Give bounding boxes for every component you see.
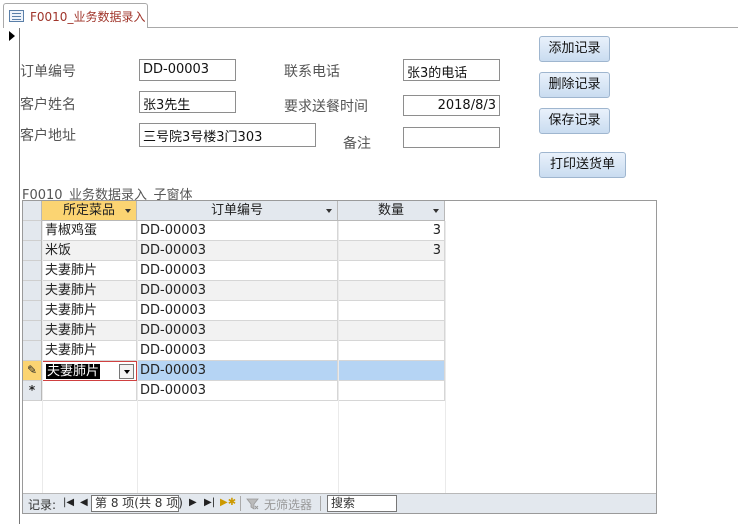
column-header-dish[interactable]: 所定菜品	[42, 201, 137, 221]
order-no-cell[interactable]: DD-00003	[137, 301, 338, 321]
form-icon	[9, 10, 24, 22]
order-no-field[interactable]: DD-00003	[139, 59, 236, 81]
dish-cell[interactable]: 夫妻肺片	[42, 281, 137, 301]
grid-line	[137, 221, 138, 495]
grid-line	[338, 221, 339, 495]
dish-cell[interactable]: 夫妻肺片	[42, 261, 137, 281]
filter-icon[interactable]	[246, 497, 259, 510]
record-selector[interactable]	[23, 241, 42, 261]
customer-address-field[interactable]: 三号院3号楼3门303	[139, 123, 316, 147]
next-record-icon[interactable]: ▶	[189, 497, 197, 508]
column-header-label: 数量	[377, 203, 404, 218]
last-record-icon[interactable]: ▶|	[204, 497, 215, 508]
nav-separator	[320, 496, 321, 511]
record-position-box[interactable]: 第 8 项(共 8 项)	[91, 495, 183, 512]
notes-label: 备注	[343, 136, 371, 152]
new-record-icon[interactable]: ▶✱	[220, 497, 236, 508]
dish-edit-text[interactable]: 夫妻肺片	[46, 364, 101, 379]
delivery-time-field[interactable]: 2018/8/3	[403, 95, 500, 116]
order-no-cell[interactable]: DD-00003	[137, 321, 338, 341]
order-no-cell[interactable]: DD-00003	[137, 381, 338, 401]
order-no-cell[interactable]: DD-00003	[137, 341, 338, 361]
quantity-cell[interactable]	[338, 341, 445, 361]
order-no-cell[interactable]: DD-00003	[137, 261, 338, 281]
tab-label: F0010_业务数据录入	[30, 10, 146, 24]
order-no-cell[interactable]: DD-00003	[137, 221, 338, 241]
nav-separator	[240, 496, 241, 511]
grid-line	[42, 221, 43, 495]
delete-record-button[interactable]: 删除记录	[539, 72, 610, 98]
column-header-label: 订单编号	[210, 203, 263, 218]
record-navigation-bar: 记录: |◀ ◀ 第 8 项(共 8 项) ▶ ▶| ▶✱ 无筛选器 搜索	[23, 493, 656, 513]
dish-cell[interactable]: 青椒鸡蛋	[42, 221, 137, 241]
customer-name-field[interactable]: 张3先生	[139, 91, 236, 113]
select-all-corner[interactable]	[23, 201, 42, 221]
dish-cell[interactable]	[42, 381, 137, 401]
order-no-cell[interactable]: DD-00003	[137, 361, 338, 381]
quantity-cell[interactable]	[338, 281, 445, 301]
record-selector[interactable]	[23, 281, 42, 301]
quantity-cell[interactable]	[338, 361, 445, 381]
column-header-order-no[interactable]: 订单编号	[137, 201, 338, 221]
dish-cell[interactable]: 夫妻肺片	[42, 321, 137, 341]
tab-form-f0010[interactable]: F0010_业务数据录入	[3, 3, 148, 28]
sort-arrow-icon[interactable]	[433, 209, 439, 213]
order-no-cell[interactable]: DD-00003	[137, 281, 338, 301]
sort-arrow-icon[interactable]	[125, 209, 131, 213]
record-selector[interactable]: ✎	[23, 361, 42, 381]
record-selector-bar[interactable]	[7, 28, 20, 524]
quantity-cell[interactable]	[338, 301, 445, 321]
add-record-button[interactable]: 添加记录	[539, 36, 610, 62]
quantity-cell[interactable]	[338, 261, 445, 281]
delivery-time-label: 要求送餐时间	[284, 99, 368, 115]
order-no-label: 订单编号	[20, 64, 76, 80]
no-filter-label[interactable]: 无筛选器	[264, 496, 312, 513]
current-record-arrow-icon	[9, 31, 15, 41]
quantity-cell[interactable]	[338, 321, 445, 341]
column-header-label: 所定菜品	[62, 203, 115, 218]
dropdown-arrow-icon[interactable]	[119, 364, 134, 379]
record-selector[interactable]	[23, 321, 42, 341]
dish-cell[interactable]: 夫妻肺片	[42, 361, 137, 381]
column-header-quantity[interactable]: 数量	[338, 201, 445, 221]
record-selector[interactable]	[23, 221, 42, 241]
record-selector[interactable]	[23, 341, 42, 361]
sort-arrow-icon[interactable]	[326, 209, 332, 213]
quantity-cell[interactable]: 3	[338, 221, 445, 241]
customer-address-label: 客户地址	[20, 128, 76, 144]
dish-cell[interactable]: 米饭	[42, 241, 137, 261]
new-record-selector[interactable]: *	[23, 381, 42, 401]
phone-field[interactable]: 张3的电话	[403, 59, 500, 81]
customer-name-label: 客户姓名	[20, 97, 76, 113]
main-form: 订单编号 DD-00003 客户姓名 张3先生 客户地址 三号院3号楼3门303…	[0, 28, 738, 524]
dish-cell[interactable]: 夫妻肺片	[42, 301, 137, 321]
search-input[interactable]: 搜索	[327, 495, 397, 512]
phone-label: 联系电话	[284, 64, 340, 80]
grid-line	[445, 221, 446, 495]
record-selector[interactable]	[23, 261, 42, 281]
previous-record-icon[interactable]: ◀	[80, 497, 88, 508]
quantity-cell[interactable]: 3	[338, 241, 445, 261]
notes-field[interactable]	[403, 127, 500, 148]
order-no-cell[interactable]: DD-00003	[137, 241, 338, 261]
subform-datasheet: 所定菜品 订单编号 数量 青椒鸡蛋 DD-00003 3 米饭 DD-00003 3 夫妻肺…	[22, 200, 657, 514]
save-record-button[interactable]: 保存记录	[539, 108, 610, 134]
records-label: 记录:	[28, 498, 57, 512]
first-record-icon[interactable]: |◀	[63, 497, 74, 508]
quantity-cell[interactable]	[338, 381, 445, 401]
document-tab-strip: F0010_业务数据录入	[0, 0, 738, 28]
record-selector[interactable]	[23, 301, 42, 321]
dish-cell[interactable]: 夫妻肺片	[42, 341, 137, 361]
print-delivery-button[interactable]: 打印送货单	[539, 152, 626, 178]
